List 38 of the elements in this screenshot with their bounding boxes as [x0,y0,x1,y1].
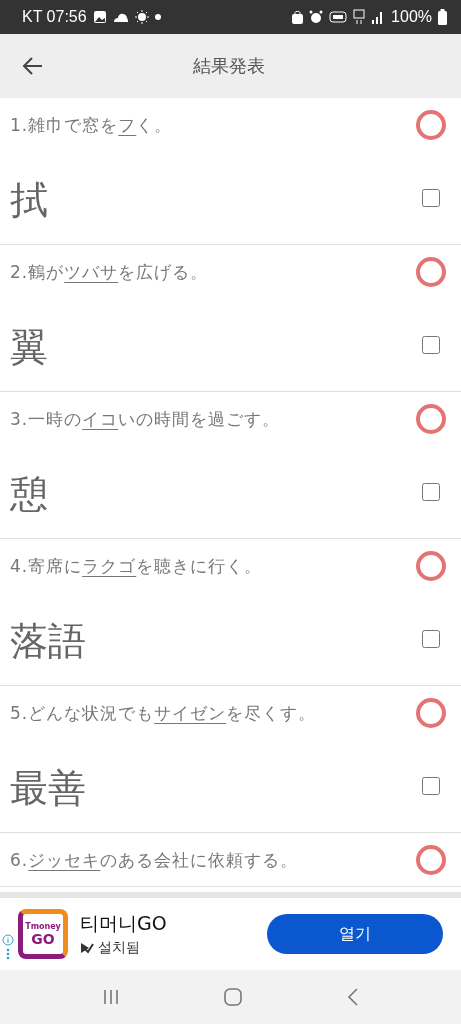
answer-text: 憩 [10,470,49,518]
lock-icon [292,10,304,24]
alarm-icon [309,10,324,24]
checkbox[interactable] [422,189,440,207]
app-name: 티머니GO [80,911,168,936]
answer-text: 翼 [10,323,49,371]
play-check-icon [80,942,94,954]
answer-text: 拭 [10,176,49,224]
dot-icon [154,14,161,20]
install-status: 설치됨 [98,939,140,957]
sun-icon [134,10,149,24]
logo-text: Tmoney [25,921,61,931]
more-icon[interactable] [6,948,10,960]
checkbox[interactable] [422,483,440,501]
question-text: 1.雑巾で窓を フ く。 [10,114,174,137]
back-icon[interactable] [345,987,360,1007]
recent-apps-icon[interactable] [101,988,120,1006]
cloud-icon [112,12,129,22]
page-title: 結果発表 [191,54,266,78]
checkbox[interactable] [422,336,440,354]
answer-text: 最善 [10,764,87,812]
hd-icon [329,11,348,23]
question-text: 2.鶴がツバサ を広げる。 [10,261,210,284]
open-button[interactable]: 열기 [267,914,443,954]
checkbox[interactable] [422,777,440,795]
answer-text: 落語 [10,617,87,665]
question-text: 3.一時のイコ いの時間を過ごす。 [10,408,282,431]
image-icon [92,10,107,24]
question-text: 4.寄席に ラクゴを聴きに行く。 [10,555,264,578]
battery-icon [438,9,447,25]
home-icon[interactable] [222,987,243,1007]
question-text: 6.ジッセキのある会社に依頼する。 [10,849,300,872]
checkbox[interactable] [422,630,440,648]
logo-text: GO [31,930,55,947]
battery-percent: 100% [391,8,432,26]
network-icon [353,9,366,25]
question-text: 5.どんな状況でもサイゼン を尽くす。 [10,702,318,725]
status-time: KT 07:56 [22,8,87,26]
